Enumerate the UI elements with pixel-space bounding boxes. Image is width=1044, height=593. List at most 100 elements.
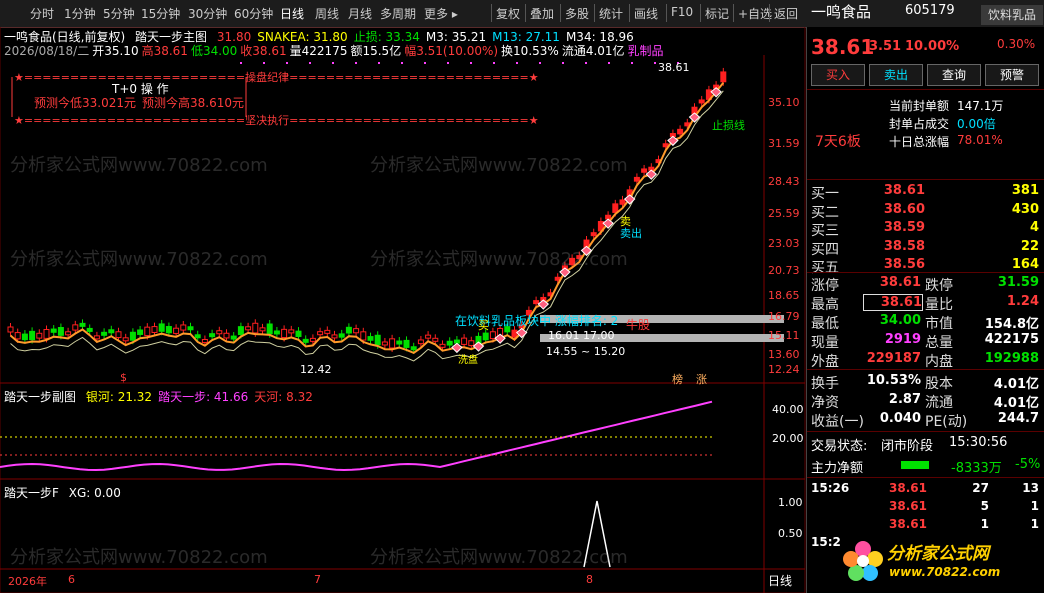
tool-button-6[interactable]: 标记 (705, 5, 729, 22)
third-chart-title: 踏天一步F XG: 0.00 (4, 484, 121, 501)
tool-button-3[interactable]: 统计 (599, 5, 623, 22)
logo-text: 分析家公式网 (887, 544, 989, 564)
net-flow-label: 主力净额 (811, 461, 864, 476)
stock-code: 605179 (905, 3, 955, 18)
tool-button-4[interactable]: 画线 (634, 5, 658, 22)
price-change: 3.51 (869, 39, 902, 54)
period-tab-1[interactable]: 1分钟 (64, 5, 96, 22)
period-tab-6[interactable]: 日线 (280, 5, 304, 22)
candle-body (108, 329, 115, 334)
date-label-year: 2026年 (8, 575, 47, 588)
toolbar-separator (700, 4, 701, 22)
tool-button-1[interactable]: 叠加 (530, 5, 554, 22)
candle-body (367, 336, 374, 341)
toolbar-separator (594, 4, 595, 22)
stat-label: 收益(一) (811, 414, 864, 430)
divider (807, 369, 1044, 370)
period-tab-9[interactable]: 多周期 (380, 5, 416, 22)
zhang-label: 涨 (696, 373, 707, 386)
tool-button-7[interactable]: +自选 (738, 5, 772, 22)
dollar-label: $ (120, 371, 127, 384)
candle-body (252, 322, 259, 334)
period-label[interactable]: 日线 (768, 572, 792, 589)
period-tab-0[interactable]: 分时 (30, 5, 54, 22)
price-tick: 13.60 (768, 348, 800, 361)
chart-area[interactable]: 一鸣食品(日线,前复权) 踏天一步主图 31.80 SNAKEA: 31.80 止损… (0, 27, 806, 593)
stop-line-label: 止损线 (712, 119, 745, 132)
candle-body (122, 337, 129, 342)
query-button[interactable]: 查询 (927, 64, 981, 86)
period-tab-7[interactable]: 周线 (315, 5, 339, 22)
tool-button-2[interactable]: 多股 (565, 5, 589, 22)
candle-body (237, 326, 244, 335)
date-label-7: 7 (314, 573, 321, 586)
trade-status-label: 交易状态: (811, 439, 868, 454)
candle-body (612, 203, 619, 213)
stat-value: 2919 (884, 332, 921, 347)
candle-body (273, 330, 280, 335)
stat-value: 192988 (984, 351, 1039, 366)
toolbar-separator (629, 4, 630, 22)
stat-value: 38.61 (879, 275, 921, 290)
predict-high: 预测今高38.610元 (142, 96, 244, 110)
candle-body (14, 332, 21, 340)
price-tick: 25.59 (768, 207, 800, 220)
price-range-1: 16.01 17.00 (548, 329, 615, 342)
candle-body (309, 337, 316, 342)
marker-dot (447, 62, 449, 64)
sector-pct: 0.30% (997, 37, 1036, 51)
tool-button-8[interactable]: 返回 (774, 5, 798, 22)
candle-body (432, 337, 439, 342)
period-tab-2[interactable]: 5分钟 (103, 5, 135, 22)
stat-value: 1.24 (1006, 294, 1039, 309)
candle-body (201, 338, 208, 343)
candle-body (360, 331, 367, 341)
period-tab-5[interactable]: 60分钟 (234, 5, 273, 22)
rule-line-bottom: ★========================坚决执行===========… (14, 114, 539, 127)
watermark: 分析家公式网www.70822.com (370, 547, 628, 568)
tick-vol: 5 (980, 499, 989, 513)
tool-button-0[interactable]: 复权 (496, 5, 520, 22)
marker-dot (332, 62, 334, 64)
stat-label: 最低 (811, 316, 839, 332)
sector-tag[interactable]: 饮料乳品 (981, 5, 1043, 25)
sell-button[interactable]: 卖出 (869, 64, 923, 86)
candle-body (317, 331, 324, 336)
candle-body (425, 334, 432, 339)
tool-button-5[interactable]: F10 (671, 5, 693, 19)
date-label-6: 6 (68, 573, 75, 586)
divider (807, 272, 1044, 273)
marker-dot (654, 62, 656, 64)
candle-body (605, 214, 612, 220)
stock-name: 一鸣食品 (811, 3, 872, 21)
period-tab-8[interactable]: 月线 (348, 5, 372, 22)
candle-body (115, 331, 122, 339)
price-range-2: 14.55 ~ 15.20 (546, 345, 626, 358)
price-tick: 31.59 (768, 137, 800, 150)
watermark: 分析家公式网www.70822.com (10, 249, 268, 270)
net-flow-bar (901, 461, 929, 469)
ohlc-field: 低34.00 (190, 44, 238, 58)
period-tab-4[interactable]: 30分钟 (188, 5, 227, 22)
marker-dot (286, 62, 288, 64)
candle-body (482, 332, 489, 341)
sub-chart-values: 银河: 21.32 踏天一步: 41.66 天河: 8.32 (80, 390, 313, 404)
candle-body (619, 199, 626, 205)
marker-dot (470, 62, 472, 64)
buy-button[interactable]: 买入 (811, 64, 865, 86)
stat-label: 内盘 (925, 354, 953, 370)
period-tab-3[interactable]: 15分钟 (141, 5, 180, 22)
candle-body (281, 328, 288, 339)
candle-body (324, 329, 331, 334)
ohlc-field: 开35.10 (92, 44, 139, 58)
alert-button[interactable]: 预警 (985, 64, 1039, 86)
stat-label: PE(动) (925, 414, 968, 430)
candle-body (446, 340, 453, 346)
wash-label: 洗盘 (458, 355, 478, 366)
candle-body (216, 330, 223, 335)
period-tab-10[interactable]: 更多 ▸ (424, 5, 458, 22)
stat-value: 10.53% (866, 373, 921, 388)
watermark: 分析家公式网www.70822.com (10, 547, 268, 568)
candle-body (245, 326, 252, 331)
third-chart-value: XG: 0.00 (68, 486, 121, 500)
